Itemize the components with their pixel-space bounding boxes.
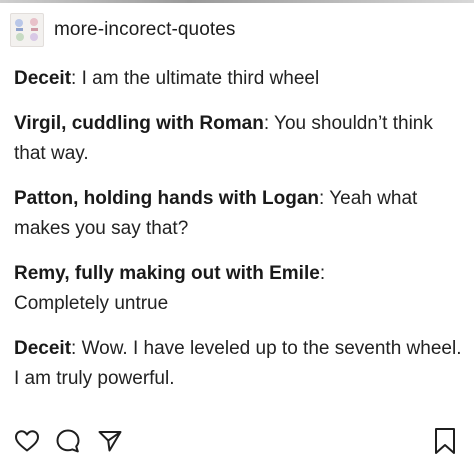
avatar-image-icon: [15, 18, 38, 41]
speaker-separator: :: [263, 113, 275, 134]
dialogue-line: Deceit: Wow. I have leveled up to the se…: [14, 334, 464, 394]
heart-icon: [15, 430, 39, 452]
speaker-name: Deceit: [14, 338, 72, 359]
dialogue-line: Patton, holding hands with Logan: Yeah w…: [14, 184, 464, 244]
top-edge-divider: [0, 0, 474, 3]
dialogue-line: Remy, fully making out with Emile: Comple…: [14, 259, 464, 319]
blog-name[interactable]: more-incorect-quotes: [54, 19, 236, 41]
speaker-name: Virgil, cuddling with Roman: [14, 113, 264, 134]
speaker-name: Patton, holding hands with Logan: [14, 188, 320, 209]
speaker-name: Remy, fully making out with Emile: [14, 263, 320, 284]
blog-avatar[interactable]: [10, 13, 44, 47]
share-button[interactable]: [95, 426, 125, 456]
dialogue-text: I am the ultimate third wheel: [81, 68, 320, 89]
like-button[interactable]: [12, 426, 42, 456]
dialogue-line: Deceit: I am the ultimate third wheel: [14, 64, 464, 94]
post-header: more-incorect-quotes: [10, 12, 236, 48]
dialogue-text: Wow. I have leveled up to the seventh wh…: [14, 338, 462, 389]
dialogue-text: Completely untrue: [14, 293, 169, 314]
speaker-separator: :: [71, 338, 82, 359]
post-body: Deceit: I am the ultimate third wheel Vi…: [14, 64, 464, 409]
comment-icon: [56, 429, 80, 453]
speaker-name: Deceit: [14, 68, 72, 89]
dialogue-line: Virgil, cuddling with Roman: You shouldn…: [14, 109, 464, 169]
speaker-separator: :: [319, 263, 326, 284]
share-icon: [98, 431, 122, 452]
post-actions-bar: [0, 422, 474, 462]
speaker-separator: :: [71, 68, 82, 89]
bookmark-icon: [435, 428, 455, 454]
bookmark-button[interactable]: [430, 426, 460, 456]
speaker-separator: :: [319, 188, 330, 209]
comment-button[interactable]: [53, 426, 83, 456]
